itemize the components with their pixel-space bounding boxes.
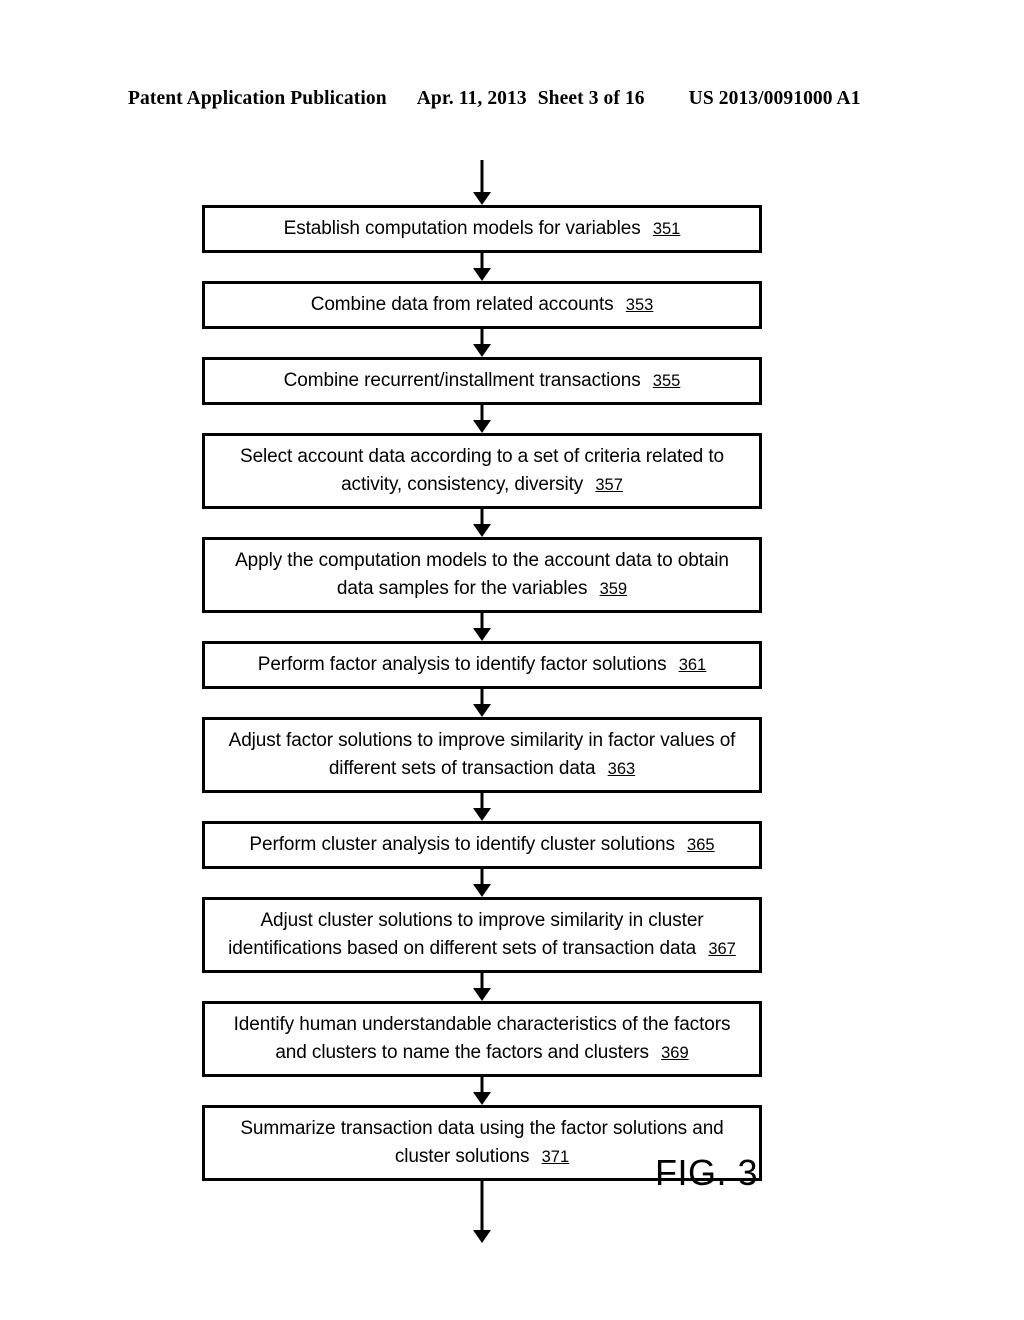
step-text: Perform factor analysis to identify fact…: [257, 654, 707, 675]
arrow-head-icon: [473, 524, 491, 537]
arrow-head-icon: [473, 344, 491, 357]
arrow-head-icon: [473, 628, 491, 641]
arrow-head-icon: [473, 884, 491, 897]
flow-arrow: [202, 793, 762, 821]
flowchart-step-367: Adjust cluster solutions to improve simi…: [202, 897, 762, 973]
arrow-head-icon: [473, 1092, 491, 1105]
flow-arrow: [202, 509, 762, 537]
step-text: Identify human understandable characteri…: [233, 1014, 731, 1063]
step-text: Apply the computation models to the acco…: [235, 550, 729, 599]
header-date-label: Apr. 11, 2013: [416, 88, 527, 109]
figure-label: FIG. 3: [655, 1152, 759, 1193]
flow-arrow: [202, 613, 762, 641]
flow-arrow: [202, 253, 762, 281]
page-header: Patent Application Publication Apr. 11, …: [128, 88, 896, 112]
arrow-head-icon: [473, 704, 491, 717]
step-text: Adjust factor solutions to improve simil…: [228, 730, 736, 779]
step-text: Adjust cluster solutions to improve simi…: [228, 910, 736, 959]
flow-arrow: [202, 160, 762, 205]
arrow-head-icon: [473, 192, 491, 205]
step-reference-numeral: 357: [595, 476, 623, 494]
flowchart-step-369: Identify human understandable characteri…: [202, 1001, 762, 1077]
flow-arrow: [202, 405, 762, 433]
flow-arrow: [202, 329, 762, 357]
step-text: Select account data according to a set o…: [240, 446, 724, 495]
step-reference-numeral: 367: [708, 940, 736, 958]
header-patent-number: US 2013/0091000 A1: [688, 88, 861, 109]
step-reference-numeral: 359: [599, 580, 628, 598]
arrow-head-icon: [473, 1230, 491, 1243]
arrow-head-icon: [473, 808, 491, 821]
step-text: Combine recurrent/installment transactio…: [283, 370, 681, 391]
flowchart-step-363: Adjust factor solutions to improve simil…: [202, 717, 762, 793]
step-reference-numeral: 363: [607, 760, 636, 778]
step-reference-numeral: 361: [678, 656, 707, 674]
step-reference-numeral: 353: [625, 296, 654, 314]
arrow-shaft: [480, 1181, 484, 1232]
flow-arrow: [202, 869, 762, 897]
header-sheet-label: Sheet 3 of 16: [537, 88, 645, 109]
header-publication-label: Patent Application Publication: [128, 88, 387, 109]
step-reference-numeral: 371: [541, 1148, 570, 1166]
flowchart-step-357: Select account data according to a set o…: [202, 433, 762, 509]
flowchart-step-359: Apply the computation models to the acco…: [202, 537, 762, 613]
flowchart-step-355: Combine recurrent/installment transactio…: [202, 357, 762, 405]
arrow-shaft: [480, 160, 484, 194]
flowchart-step-353: Combine data from related accounts 353: [202, 281, 762, 329]
flowchart: Establish computation models for variabl…: [202, 160, 762, 1243]
flowchart-step-351: Establish computation models for variabl…: [202, 205, 762, 253]
step-text: Combine data from related accounts 353: [310, 294, 654, 315]
arrow-head-icon: [473, 268, 491, 281]
step-reference-numeral: 355: [652, 372, 681, 390]
step-text: Establish computation models for variabl…: [283, 218, 681, 239]
flowchart-step-365: Perform cluster analysis to identify clu…: [202, 821, 762, 869]
arrow-head-icon: [473, 420, 491, 433]
flow-arrow: [202, 973, 762, 1001]
arrow-head-icon: [473, 988, 491, 1001]
step-reference-numeral: 351: [652, 220, 681, 238]
flow-arrow: [202, 1077, 762, 1105]
flowchart-step-361: Perform factor analysis to identify fact…: [202, 641, 762, 689]
step-reference-numeral: 365: [687, 836, 715, 854]
step-reference-numeral: 369: [661, 1044, 689, 1062]
step-text: Perform cluster analysis to identify clu…: [249, 834, 715, 855]
flow-arrow: [202, 689, 762, 717]
